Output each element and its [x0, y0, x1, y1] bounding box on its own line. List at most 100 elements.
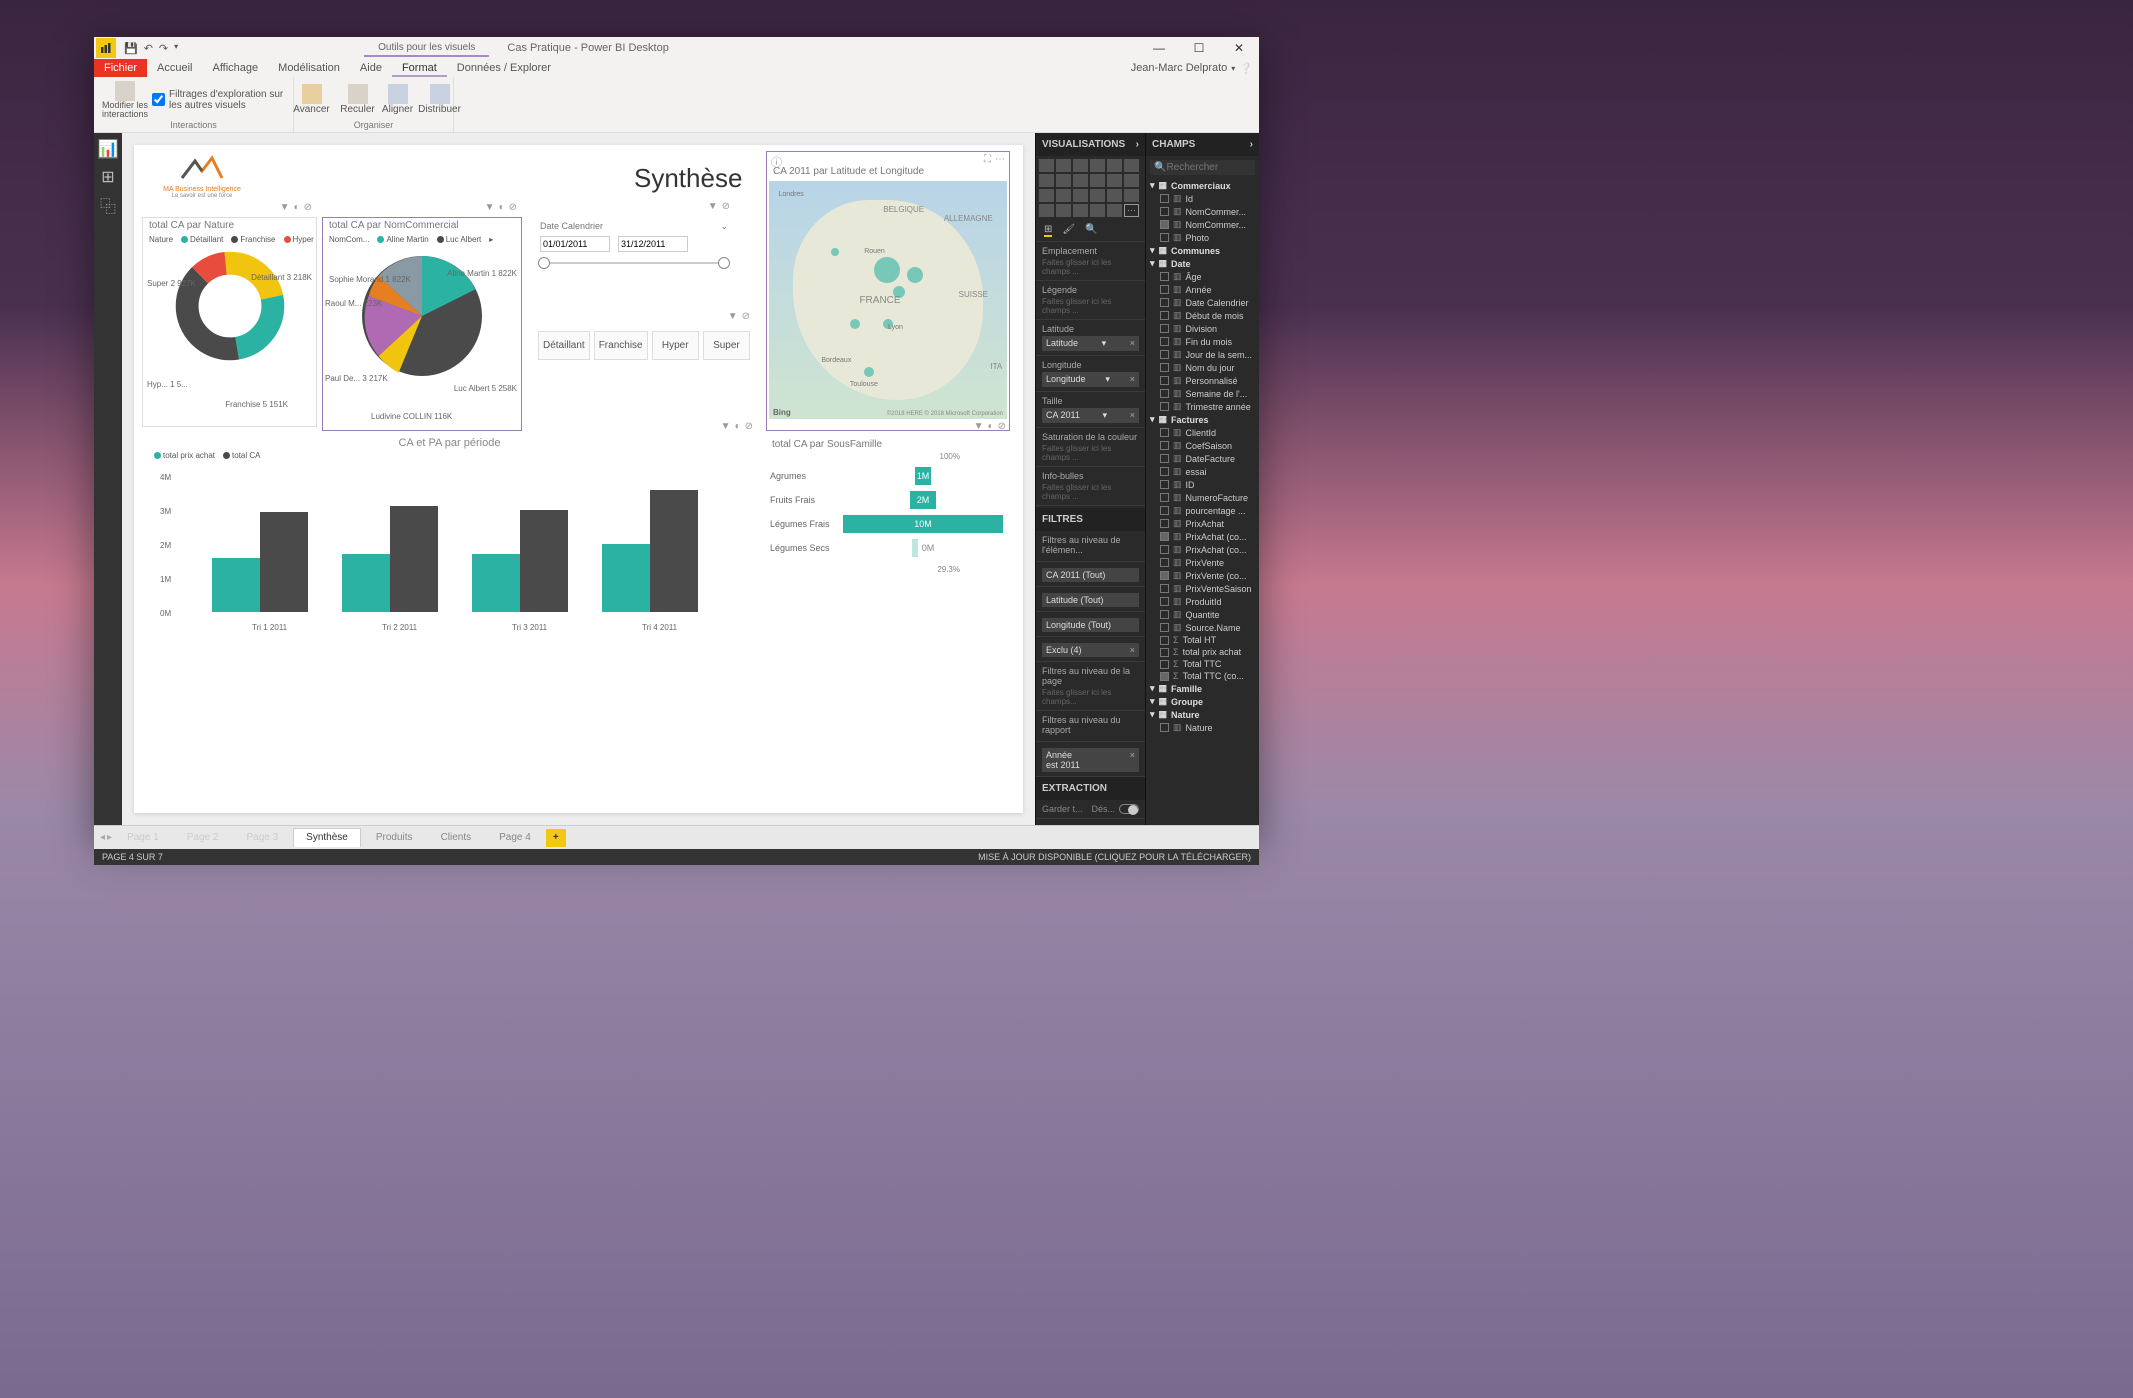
- page-tab[interactable]: Page 1: [114, 828, 172, 847]
- remove-icon[interactable]: ×: [1130, 374, 1135, 385]
- field-item[interactable]: ▥NomCommer...: [1146, 205, 1259, 218]
- report-canvas[interactable]: MA Business Intelligence Le savoir est u…: [122, 133, 1035, 825]
- table-header[interactable]: ▾▦Commerciaux: [1146, 179, 1259, 192]
- format-tab-icon[interactable]: 🖌: [1062, 224, 1075, 237]
- remove-icon[interactable]: ×: [1130, 410, 1135, 421]
- maximize-button[interactable]: ☐: [1179, 37, 1219, 59]
- bar-chart-visual[interactable]: ▼◐⊘ CA et PA par période total prix acha…: [142, 437, 757, 657]
- page-tab[interactable]: Clients: [428, 828, 485, 847]
- checkbox[interactable]: [1160, 194, 1169, 203]
- tab-accueil[interactable]: Accueil: [147, 59, 202, 77]
- slicer-hyper[interactable]: Hyper: [652, 331, 699, 360]
- viz-type-icon[interactable]: [1039, 204, 1054, 217]
- viz-type-icon[interactable]: [1073, 159, 1088, 172]
- date-to-input[interactable]: [618, 236, 688, 252]
- focus-mode-icon[interactable]: ⛶: [984, 154, 991, 165]
- checkbox[interactable]: [1160, 532, 1169, 541]
- filter-tag[interactable]: Longitude (Tout): [1042, 618, 1139, 632]
- save-icon[interactable]: 💾: [124, 42, 138, 55]
- tab-modelisation[interactable]: Modélisation: [268, 59, 350, 77]
- viz-type-icon[interactable]: [1090, 159, 1105, 172]
- clear-icon[interactable]: ⊘: [745, 421, 753, 432]
- field-item[interactable]: ▥NumeroFacture: [1146, 491, 1259, 504]
- model-view-icon[interactable]: ⿻: [98, 195, 118, 215]
- align-button[interactable]: Aligner: [380, 84, 416, 115]
- field-item[interactable]: ΣTotal HT: [1146, 634, 1259, 646]
- viz-type-icon[interactable]: [1056, 189, 1071, 202]
- funnel-visual[interactable]: ▼◐⊘ total CA par SousFamille 100% Agrume…: [766, 437, 1010, 657]
- viz-type-icon[interactable]: [1073, 189, 1088, 202]
- checkbox[interactable]: [1160, 324, 1169, 333]
- focus-icon[interactable]: ◐: [988, 421, 994, 432]
- viz-type-icon[interactable]: [1124, 159, 1139, 172]
- checkbox[interactable]: [1160, 350, 1169, 359]
- checkbox[interactable]: [1160, 272, 1169, 281]
- viz-type-icon[interactable]: ⋯: [1124, 204, 1139, 217]
- user-name[interactable]: Jean-Marc Delprato: [1131, 62, 1228, 74]
- checkbox[interactable]: [1160, 571, 1169, 580]
- bring-forward-button[interactable]: Avancer: [288, 84, 336, 115]
- checkbox[interactable]: [1160, 311, 1169, 320]
- minimize-button[interactable]: —: [1139, 37, 1179, 59]
- viz-type-icon[interactable]: [1039, 189, 1054, 202]
- checkbox[interactable]: [1160, 480, 1169, 489]
- filter-annee[interactable]: Annéeest 2011×: [1042, 748, 1139, 772]
- viz-type-icon[interactable]: [1056, 204, 1071, 217]
- field-item[interactable]: ▥PrixVente (co...: [1146, 569, 1259, 582]
- viz-type-icon[interactable]: [1056, 159, 1071, 172]
- checkbox[interactable]: [1160, 519, 1169, 528]
- field-item[interactable]: ▥Jour de la sem...: [1146, 348, 1259, 361]
- send-backward-button[interactable]: Reculer: [340, 84, 376, 115]
- field-tag[interactable]: CA 2011▾×: [1042, 408, 1139, 423]
- checkbox[interactable]: [1160, 597, 1169, 606]
- field-tag[interactable]: Latitude▾×: [1042, 336, 1139, 351]
- checkbox[interactable]: [1160, 454, 1169, 463]
- checkbox[interactable]: [1160, 672, 1169, 681]
- slicer-franchise[interactable]: Franchise: [594, 331, 648, 360]
- page-tab[interactable]: Produits: [363, 828, 426, 847]
- filter-icon[interactable]: ▼: [721, 421, 731, 432]
- page-tab[interactable]: Synthèse: [293, 828, 361, 847]
- field-item[interactable]: ▥Quantite: [1146, 608, 1259, 621]
- map-bubble[interactable]: [864, 367, 874, 377]
- undo-icon[interactable]: ↶: [144, 42, 153, 55]
- field-item[interactable]: ▥Fin du mois: [1146, 335, 1259, 348]
- page-tab[interactable]: Page 2: [174, 828, 232, 847]
- viz-type-icon[interactable]: [1090, 174, 1105, 187]
- chevron-down-icon[interactable]: ⌄: [720, 221, 728, 232]
- map-bubble[interactable]: [850, 319, 860, 329]
- field-item[interactable]: ▥Nature: [1146, 721, 1259, 734]
- filter-icon[interactable]: ▼: [708, 201, 718, 212]
- checkbox[interactable]: [1160, 389, 1169, 398]
- add-page-button[interactable]: +: [546, 829, 566, 847]
- checkbox[interactable]: [1160, 648, 1169, 657]
- tab-prev-icon[interactable]: ◂: [100, 832, 105, 843]
- table-header[interactable]: ▾▦Date: [1146, 257, 1259, 270]
- field-item[interactable]: ▥Photo: [1146, 231, 1259, 244]
- field-item[interactable]: ▥PrixAchat (co...: [1146, 530, 1259, 543]
- checkbox[interactable]: [1160, 723, 1169, 732]
- close-button[interactable]: ✕: [1219, 37, 1259, 59]
- field-item[interactable]: ▥Date Calendrier: [1146, 296, 1259, 309]
- chevron-down-icon[interactable]: ▾: [1231, 64, 1235, 73]
- viz-type-icon[interactable]: [1107, 174, 1122, 187]
- toggle-switch[interactable]: [1119, 804, 1139, 814]
- field-tag[interactable]: Longitude▾×: [1042, 372, 1139, 387]
- field-item[interactable]: ▥PrixAchat: [1146, 517, 1259, 530]
- filter-icon[interactable]: ▼: [974, 421, 984, 432]
- map-bubble[interactable]: [893, 286, 905, 298]
- field-item[interactable]: ▥Nom du jour: [1146, 361, 1259, 374]
- checkbox[interactable]: [1160, 493, 1169, 502]
- clear-icon[interactable]: ⊘: [304, 202, 312, 213]
- map-bubble[interactable]: [907, 267, 923, 283]
- page-tab[interactable]: Page 3: [233, 828, 291, 847]
- viz-type-icon[interactable]: [1107, 189, 1122, 202]
- more-icon[interactable]: ⋯: [995, 154, 1005, 165]
- viz-type-icon[interactable]: [1107, 204, 1122, 217]
- qat-more-icon[interactable]: ▾: [174, 42, 178, 55]
- clear-icon[interactable]: ⊘: [509, 202, 517, 213]
- checkbox[interactable]: [1160, 337, 1169, 346]
- field-item[interactable]: ▥ID: [1146, 478, 1259, 491]
- logo-visual[interactable]: MA Business Intelligence Le savoir est u…: [142, 151, 262, 213]
- checkbox[interactable]: [1160, 584, 1169, 593]
